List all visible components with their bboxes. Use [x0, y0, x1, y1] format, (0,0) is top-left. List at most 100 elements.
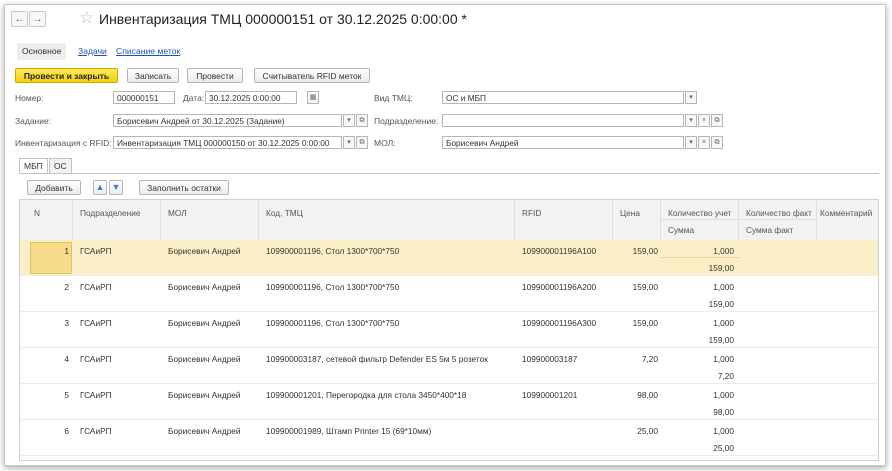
post-and-close-button[interactable]: Провести и закрыть [15, 68, 118, 83]
cell-rfid: 109900001196A300 [522, 318, 597, 328]
division-clear-icon[interactable]: × [698, 114, 710, 127]
table-row[interactable]: 4 ГСАиРП Борисевич Андрей 109900003187, … [20, 348, 878, 384]
move-down-icon[interactable]: ▼ [109, 180, 123, 195]
number-label: Номер: [15, 93, 44, 103]
cell-mol: Борисевич Андрей [168, 246, 241, 256]
table-row[interactable]: 1 ГСАиРП Борисевич Андрей 109900001196, … [20, 240, 878, 276]
rfid-inventory-label: Инвентаризация с RFID: [15, 138, 112, 148]
add-row-button[interactable]: Добавить [27, 180, 81, 195]
cell-divider [660, 257, 740, 258]
task-field[interactable]: Борисевич Андрей от 30.12.2025 (Задание) [113, 114, 342, 127]
rfid-inventory-field[interactable]: Инвентаризация ТМЦ 000000150 от 30.12.20… [113, 136, 342, 149]
cell-qty: 1,000 [713, 282, 734, 292]
cell-n: 4 [64, 354, 69, 364]
table-row[interactable]: 3 ГСАиРП Борисевич Андрей 109900001196, … [20, 312, 878, 348]
cell-qty: 1,000 [713, 318, 734, 328]
cell-division: ГСАиРП [80, 318, 112, 328]
header-division[interactable]: Подразделение [80, 208, 140, 219]
number-field[interactable]: 000000151 [113, 91, 175, 104]
header-price[interactable]: Цена [620, 208, 640, 219]
division-open-icon[interactable]: ⧉ [711, 114, 723, 127]
cell-sum: 159,00 [708, 263, 734, 273]
header-qty-fact[interactable]: Количество факт [746, 208, 812, 219]
post-button[interactable]: Провести [187, 68, 243, 83]
document-window: ← → ☆ Инвентаризация ТМЦ 000000151 от 30… [4, 4, 886, 466]
mol-label: МОЛ: [374, 138, 396, 148]
division-dropdown-icon[interactable]: ▾ [685, 114, 697, 127]
move-up-icon[interactable]: ▲ [93, 180, 107, 195]
type-dropdown-icon[interactable]: ▾ [685, 91, 697, 104]
header-rfid[interactable]: RFID [522, 208, 541, 219]
cell-price: 7,20 [641, 354, 658, 364]
division-field[interactable] [442, 114, 684, 127]
col-divider [514, 200, 515, 240]
date-label: Дата: [183, 93, 205, 103]
cell-price: 25,00 [637, 426, 658, 436]
window-title: Инвентаризация ТМЦ 000000151 от 30.12.20… [99, 11, 467, 27]
header-subdivider [660, 219, 816, 220]
task-open-icon[interactable]: ⧉ [356, 114, 368, 127]
cell-mol: Борисевич Андрей [168, 282, 241, 292]
header-code[interactable]: Код, ТМЦ [266, 208, 303, 219]
rfid-inventory-dropdown-icon[interactable]: ▾ [343, 136, 355, 149]
header-sum[interactable]: Сумма [668, 225, 694, 236]
cell-code: 109900001196, Стол 1300*700*750 [266, 246, 400, 256]
cell-sum: 7,20 [717, 371, 734, 381]
header-comment[interactable]: Комментарий [820, 208, 872, 219]
cell-sum: 98,00 [713, 407, 734, 417]
col-divider [816, 200, 817, 240]
date-field[interactable]: 30.12.2025 0:00:00 [205, 91, 297, 104]
cell-price: 159,00 [632, 246, 658, 256]
rfid-reader-button[interactable]: Считыватель RFID меток [254, 68, 370, 83]
cell-sum: 159,00 [708, 299, 734, 309]
header-mol[interactable]: МОЛ [168, 208, 187, 219]
cell-rfid: 109900003187 [522, 354, 578, 364]
arrow-left-icon: ← [14, 14, 25, 25]
table-row[interactable]: 5 ГСАиРП Борисевич Андрей 109900001201, … [20, 384, 878, 420]
cell-division: ГСАиРП [80, 354, 112, 364]
tab-tasks[interactable]: Задачи [73, 43, 112, 60]
table-row[interactable]: 6 ГСАиРП Борисевич Андрей 109900001989, … [20, 420, 878, 456]
mol-dropdown-icon[interactable]: ▾ [685, 136, 697, 149]
table-header: N Подразделение МОЛ Код, ТМЦ RFID Цена К… [20, 200, 878, 241]
tab-write-off-tags[interactable]: Списание меток [111, 43, 185, 60]
cell-mol: Борисевич Андрей [168, 318, 241, 328]
cell-qty: 1,000 [713, 246, 734, 256]
cell-n: 3 [64, 318, 69, 328]
cell-rfid: 109900001196A200 [522, 282, 597, 292]
tab-divider [19, 173, 879, 174]
type-label: Вид ТМЦ: [374, 93, 413, 103]
cell-sum: 25,00 [713, 443, 734, 453]
mol-field[interactable]: Борисевич Андрей [442, 136, 684, 149]
mol-clear-icon[interactable]: × [698, 136, 710, 149]
cell-n: 2 [64, 282, 69, 292]
cell-price: 159,00 [632, 318, 658, 328]
star-icon[interactable]: ☆ [79, 9, 94, 27]
tab-os[interactable]: ОС [49, 158, 72, 173]
col-divider [612, 200, 613, 240]
section-tabs: Основное Задачи Списание меток [17, 43, 217, 60]
fill-balances-button[interactable]: Заполнить остатки [139, 180, 229, 195]
forward-button[interactable]: → [29, 11, 46, 27]
save-button[interactable]: Записать [127, 68, 179, 83]
cell-rfid: 109900001196A100 [522, 246, 597, 256]
cell-code: 109900001196, Стол 1300*700*750 [266, 318, 400, 328]
table-row[interactable]: 2 ГСАиРП Борисевич Андрей 109900001196, … [20, 276, 878, 312]
back-button[interactable]: ← [11, 11, 28, 27]
cell-code: 109900001201, Перегородка для стола 3450… [266, 390, 467, 400]
type-field[interactable]: ОС и МБП [442, 91, 684, 104]
header-sum-fact[interactable]: Сумма факт [746, 225, 793, 236]
tab-mbp[interactable]: МБП [19, 158, 48, 173]
division-label: Подразделение: [374, 116, 439, 126]
rfid-inventory-open-icon[interactable]: ⧉ [356, 136, 368, 149]
col-divider [660, 200, 661, 240]
mol-open-icon[interactable]: ⧉ [711, 136, 723, 149]
tab-main[interactable]: Основное [17, 43, 67, 60]
col-divider [738, 200, 739, 240]
task-dropdown-icon[interactable]: ▾ [343, 114, 355, 127]
header-qty-accounting[interactable]: Количество учет [668, 208, 731, 219]
cell-n: 1 [64, 246, 69, 256]
header-n[interactable]: N [34, 208, 40, 219]
calendar-icon[interactable]: ▦ [307, 91, 319, 104]
cell-qty: 1,000 [713, 426, 734, 436]
